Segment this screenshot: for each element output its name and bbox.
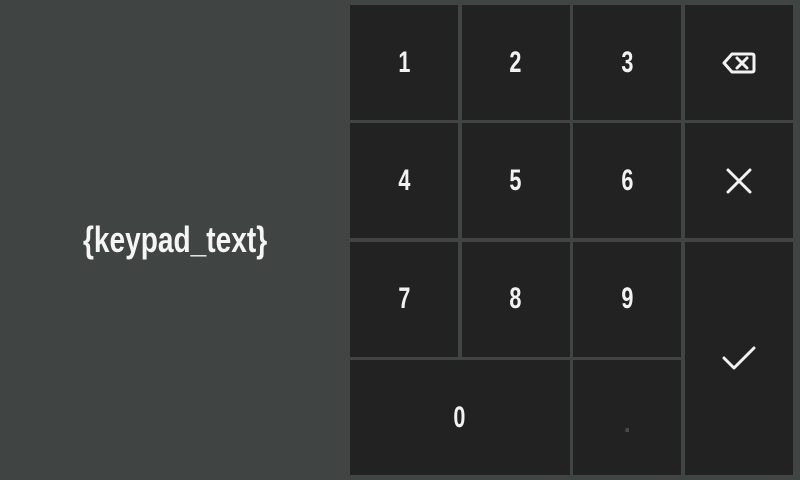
key-decimal-point[interactable]: .: [573, 360, 682, 476]
key-5-label: 5: [509, 163, 522, 197]
key-7[interactable]: 7: [350, 241, 458, 357]
key-9-label: 9: [621, 282, 634, 316]
key-7-label: 7: [397, 282, 411, 316]
checkmark-icon: [722, 345, 756, 371]
keypad-display: {keypad_text}: [0, 0, 350, 480]
key-8[interactable]: 8: [461, 241, 570, 357]
key-6[interactable]: 6: [573, 123, 682, 239]
key-4[interactable]: 4: [350, 123, 458, 239]
key-1-label: 1: [397, 45, 411, 79]
backspace-button[interactable]: [684, 5, 793, 120]
key-9[interactable]: 9: [573, 241, 682, 357]
keypad-display-text: {keypad_text}: [82, 219, 268, 260]
numeric-keypad: 1 2 3 4 5 6 7 8 9 0 .: [350, 5, 793, 476]
key-0[interactable]: 0: [350, 360, 570, 476]
key-1[interactable]: 1: [350, 5, 458, 120]
key-5[interactable]: 5: [461, 123, 570, 239]
key-0-label: 0: [453, 400, 466, 434]
key-decimal-point-label: .: [623, 408, 631, 439]
key-3-label: 3: [621, 45, 634, 79]
key-4-label: 4: [397, 163, 411, 197]
key-2[interactable]: 2: [461, 5, 570, 120]
clear-button[interactable]: [684, 123, 793, 239]
confirm-button[interactable]: [684, 241, 793, 476]
key-6-label: 6: [621, 163, 634, 197]
key-8-label: 8: [509, 282, 522, 316]
backspace-icon: [722, 52, 756, 74]
key-2-label: 2: [509, 45, 522, 79]
close-icon: [726, 168, 752, 194]
key-3[interactable]: 3: [573, 5, 682, 120]
